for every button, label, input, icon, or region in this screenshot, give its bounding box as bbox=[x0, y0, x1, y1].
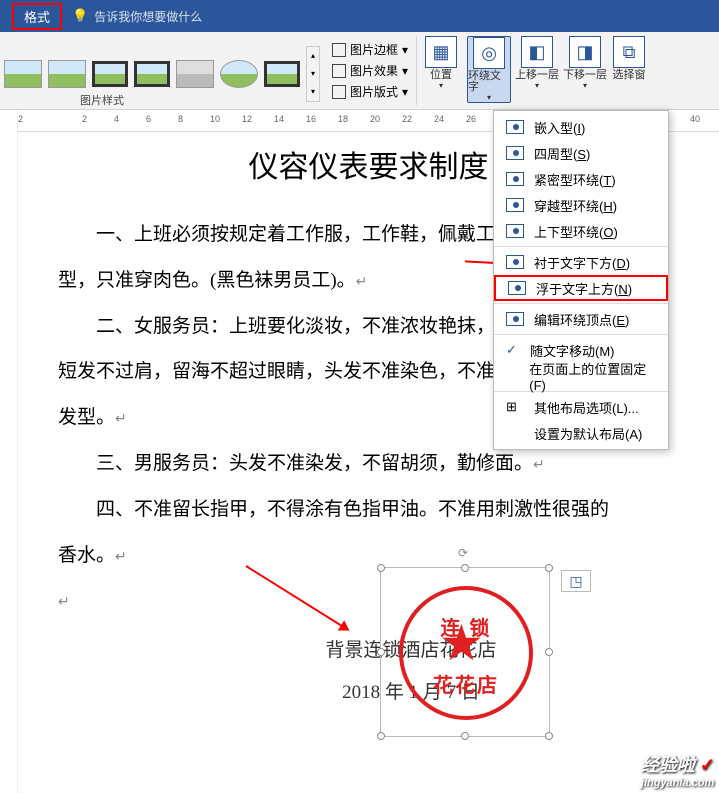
set-default-layout[interactable]: 设置为默认布局(A) bbox=[494, 420, 668, 446]
wrap-in-front[interactable]: 浮于文字上方(N) bbox=[494, 275, 668, 301]
fix-position[interactable]: 在页面上的位置固定(F) bbox=[494, 363, 668, 389]
resize-handle-l[interactable] bbox=[377, 648, 385, 656]
wrap-tight[interactable]: 紧密型环绕(T) bbox=[494, 166, 668, 192]
resize-handle-r[interactable] bbox=[545, 648, 553, 656]
tell-me-search[interactable]: 💡 告诉我你想要做什么 bbox=[72, 8, 202, 25]
wrap-square[interactable]: 四周型(S) bbox=[494, 140, 668, 166]
picture-effects-button[interactable]: 图片效果 ▾ bbox=[332, 60, 408, 81]
gallery-scroll[interactable]: ▴▾▾ bbox=[306, 46, 320, 102]
stamp-text-bottom: 花花店 bbox=[403, 669, 529, 698]
wrap-behind[interactable]: 衬于文字下方(D) bbox=[494, 249, 668, 275]
resize-handle-b[interactable] bbox=[461, 732, 469, 740]
resize-handle-tr[interactable] bbox=[545, 564, 553, 572]
bulb-icon: 💡 bbox=[72, 8, 88, 24]
resize-handle-br[interactable] bbox=[545, 732, 553, 740]
watermark: 经验啦 ✓ jingyanla.com bbox=[641, 751, 715, 789]
edit-wrap-points[interactable]: 编辑环绕顶点(E) bbox=[494, 306, 668, 332]
position-button[interactable]: ▦ 位置▾ bbox=[419, 36, 463, 90]
style-thumb-7[interactable] bbox=[264, 61, 300, 87]
star-icon: ★ bbox=[439, 614, 484, 672]
rotate-handle[interactable]: ⟳ bbox=[458, 546, 472, 560]
resize-handle-t[interactable] bbox=[461, 564, 469, 572]
send-backward-icon: ◨ bbox=[569, 36, 601, 68]
selection-pane-button[interactable]: ⧉ 选择窗 bbox=[611, 36, 647, 81]
picture-styles-gallery[interactable]: ▴▾▾ bbox=[0, 32, 324, 109]
layout-options-button[interactable]: ◳ bbox=[561, 570, 591, 592]
more-layout-options[interactable]: ⊞其他布局选项(L)... bbox=[494, 394, 668, 420]
style-thumb-4[interactable] bbox=[134, 61, 170, 87]
vertical-ruler[interactable] bbox=[0, 110, 18, 793]
picture-border-button[interactable]: 图片边框 ▾ bbox=[332, 39, 408, 60]
style-thumb-5[interactable] bbox=[176, 60, 214, 88]
style-thumb-1[interactable] bbox=[4, 60, 42, 88]
picture-layout-button[interactable]: 图片版式 ▾ bbox=[332, 81, 408, 102]
wrap-text-dropdown[interactable]: 嵌入型(I) 四周型(S) 紧密型环绕(T) 穿越型环绕(H) 上下型环绕(O)… bbox=[493, 110, 669, 450]
paragraph-4a: 四、不准留长指甲，不得涂有色指甲油。不准用刺激性很强的 bbox=[58, 489, 679, 531]
send-backward-button[interactable]: ◨ 下移一层▾ bbox=[563, 36, 607, 90]
style-thumb-3[interactable] bbox=[92, 61, 128, 87]
resize-handle-bl[interactable] bbox=[377, 732, 385, 740]
style-thumb-2[interactable] bbox=[48, 60, 86, 88]
resize-handle-tl[interactable] bbox=[377, 564, 385, 572]
selection-pane-icon: ⧉ bbox=[613, 36, 645, 68]
bring-forward-button[interactable]: ◧ 上移一层▾ bbox=[515, 36, 559, 90]
style-thumb-6[interactable] bbox=[220, 60, 258, 88]
wrap-inline[interactable]: 嵌入型(I) bbox=[494, 114, 668, 140]
wrap-top-bottom[interactable]: 上下型环绕(O) bbox=[494, 218, 668, 244]
wrap-icon: ◎ bbox=[473, 37, 505, 69]
bring-forward-icon: ◧ bbox=[521, 36, 553, 68]
position-icon: ▦ bbox=[425, 36, 457, 68]
wrap-through[interactable]: 穿越型环绕(H) bbox=[494, 192, 668, 218]
group-label-styles: 图片样式 bbox=[80, 92, 124, 108]
selected-stamp-image[interactable]: ⟳ ◳ 连 锁 花花店 ★ bbox=[380, 567, 550, 737]
wrap-text-button[interactable]: ◎ 环绕文字▾ bbox=[467, 36, 511, 103]
tell-me-label: 告诉我你想要做什么 bbox=[94, 8, 202, 25]
tab-format[interactable]: 格式 bbox=[12, 3, 62, 30]
